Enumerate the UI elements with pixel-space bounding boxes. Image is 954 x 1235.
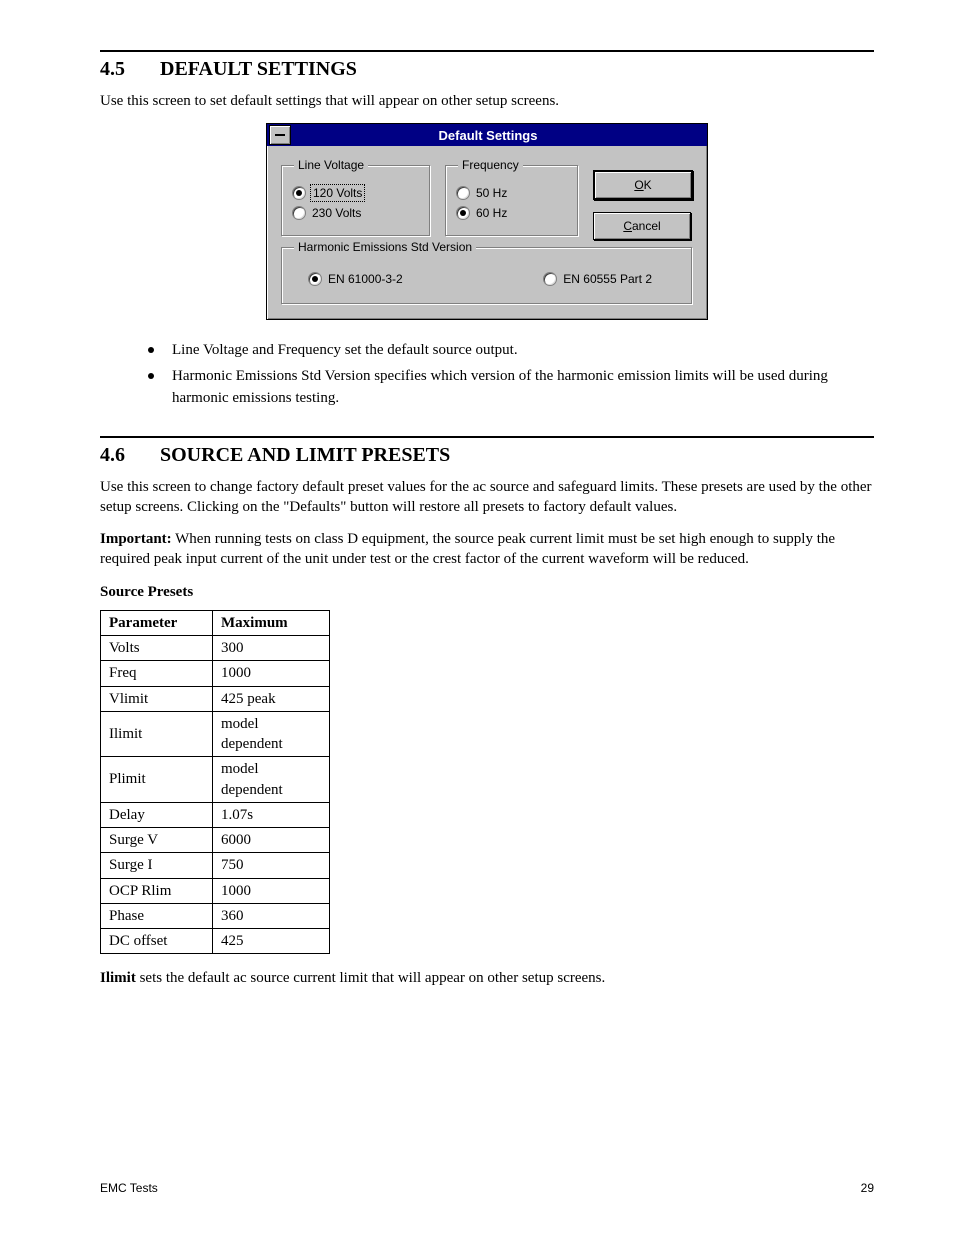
radio-en60555[interactable]: EN 60555 Part 2	[543, 272, 652, 286]
cell-parameter: Delay	[101, 802, 213, 827]
section-title: SOURCE AND LIMIT PRESETS	[160, 444, 450, 467]
radio-icon	[308, 272, 322, 286]
cell-maximum: 6000	[213, 828, 330, 853]
radio-en61000[interactable]: EN 61000-3-2	[308, 272, 403, 286]
harmonic-emissions-group: Harmonic Emissions Std Version EN 61000-…	[281, 240, 693, 305]
section1-intro: Use this screen to set default settings …	[100, 91, 874, 111]
radio-en60555-label: EN 60555 Part 2	[563, 272, 652, 286]
radio-icon	[456, 186, 470, 200]
cell-parameter: Surge V	[101, 828, 213, 853]
cell-parameter: Volts	[101, 636, 213, 661]
cell-maximum: 425 peak	[213, 686, 330, 711]
cell-parameter: Freq	[101, 661, 213, 686]
default-settings-dialog: Default Settings Line Voltage 120 Volts …	[266, 123, 708, 320]
cell-parameter: DC offset	[101, 929, 213, 954]
cell-maximum: model dependent	[213, 757, 330, 803]
source-presets-heading: Source Presets	[100, 582, 874, 602]
section1-bullets: Line Voltage and Frequency set the defau…	[148, 340, 874, 409]
radio-50-label: 50 Hz	[476, 186, 507, 200]
table-row: Surge V6000	[101, 828, 330, 853]
line-voltage-group: Line Voltage 120 Volts 230 Volts	[281, 158, 431, 237]
table-row: OCP Rlim1000	[101, 878, 330, 903]
section-rule	[100, 436, 874, 438]
th-parameter: Parameter	[101, 610, 213, 635]
important-note: Important: When running tests on class D…	[100, 529, 874, 570]
radio-en61000-label: EN 61000-3-2	[328, 272, 403, 286]
section-number: 4.5	[100, 58, 160, 81]
table-row: Freq1000	[101, 661, 330, 686]
dialog-titlebar[interactable]: Default Settings	[267, 124, 707, 146]
bullet-item: Harmonic Emissions Std Version specifies…	[148, 366, 874, 410]
footer-left: EMC Tests	[100, 1181, 158, 1195]
section-title: DEFAULT SETTINGS	[160, 58, 357, 81]
radio-60-label: 60 Hz	[476, 206, 507, 220]
radio-icon	[292, 186, 306, 200]
table-row: Plimitmodel dependent	[101, 757, 330, 803]
line-voltage-legend: Line Voltage	[294, 158, 368, 172]
table-row: Vlimit425 peak	[101, 686, 330, 711]
table-row: Delay1.07s	[101, 802, 330, 827]
section-heading: 4.5 DEFAULT SETTINGS	[100, 58, 874, 81]
cell-maximum: 1000	[213, 661, 330, 686]
cell-maximum: 1000	[213, 878, 330, 903]
radio-icon	[292, 206, 306, 220]
cell-maximum: 300	[213, 636, 330, 661]
cell-maximum: 425	[213, 929, 330, 954]
radio-230-label: 230 Volts	[312, 206, 361, 220]
frequency-group: Frequency 50 Hz 60 Hz	[445, 158, 579, 237]
frequency-legend: Frequency	[458, 158, 523, 172]
table-row: Volts300	[101, 636, 330, 661]
section2-intro: Use this screen to change factory defaul…	[100, 477, 874, 518]
table-row: Surge I750	[101, 853, 330, 878]
cell-maximum: model dependent	[213, 711, 330, 757]
th-maximum: Maximum	[213, 610, 330, 635]
radio-60-hz[interactable]: 60 Hz	[456, 206, 568, 220]
radio-120-label: 120 Volts	[312, 186, 363, 200]
cell-maximum: 1.07s	[213, 802, 330, 827]
section-rule	[100, 50, 874, 52]
table-row: Ilimitmodel dependent	[101, 711, 330, 757]
cell-maximum: 360	[213, 903, 330, 928]
system-menu-icon[interactable]	[269, 125, 291, 145]
radio-50-hz[interactable]: 50 Hz	[456, 186, 568, 200]
cell-parameter: Phase	[101, 903, 213, 928]
page-footer: EMC Tests 29	[100, 1181, 874, 1195]
dialog-wrap: Default Settings Line Voltage 120 Volts …	[100, 123, 874, 320]
dialog-title: Default Settings	[293, 128, 707, 143]
cancel-button[interactable]: Cancel	[593, 212, 691, 240]
radio-230-volts[interactable]: 230 Volts	[292, 206, 420, 220]
harmonic-legend: Harmonic Emissions Std Version	[294, 240, 476, 254]
cell-parameter: Ilimit	[101, 711, 213, 757]
footer-right: 29	[861, 1181, 874, 1195]
table-row: Phase360	[101, 903, 330, 928]
source-presets-table: Parameter Maximum Volts300Freq1000Vlimit…	[100, 610, 330, 955]
cell-maximum: 750	[213, 853, 330, 878]
cell-parameter: Vlimit	[101, 686, 213, 711]
cell-parameter: Surge I	[101, 853, 213, 878]
radio-120-volts[interactable]: 120 Volts	[292, 186, 420, 200]
section-heading: 4.6 SOURCE AND LIMIT PRESETS	[100, 444, 874, 467]
section-number: 4.6	[100, 444, 160, 467]
table-row: DC offset425	[101, 929, 330, 954]
cell-parameter: OCP Rlim	[101, 878, 213, 903]
radio-icon	[543, 272, 557, 286]
cell-parameter: Plimit	[101, 757, 213, 803]
radio-icon	[456, 206, 470, 220]
ok-button[interactable]: OK	[593, 170, 693, 200]
ilimit-note: Ilimit sets the default ac source curren…	[100, 968, 874, 988]
bullet-item: Line Voltage and Frequency set the defau…	[148, 340, 874, 362]
